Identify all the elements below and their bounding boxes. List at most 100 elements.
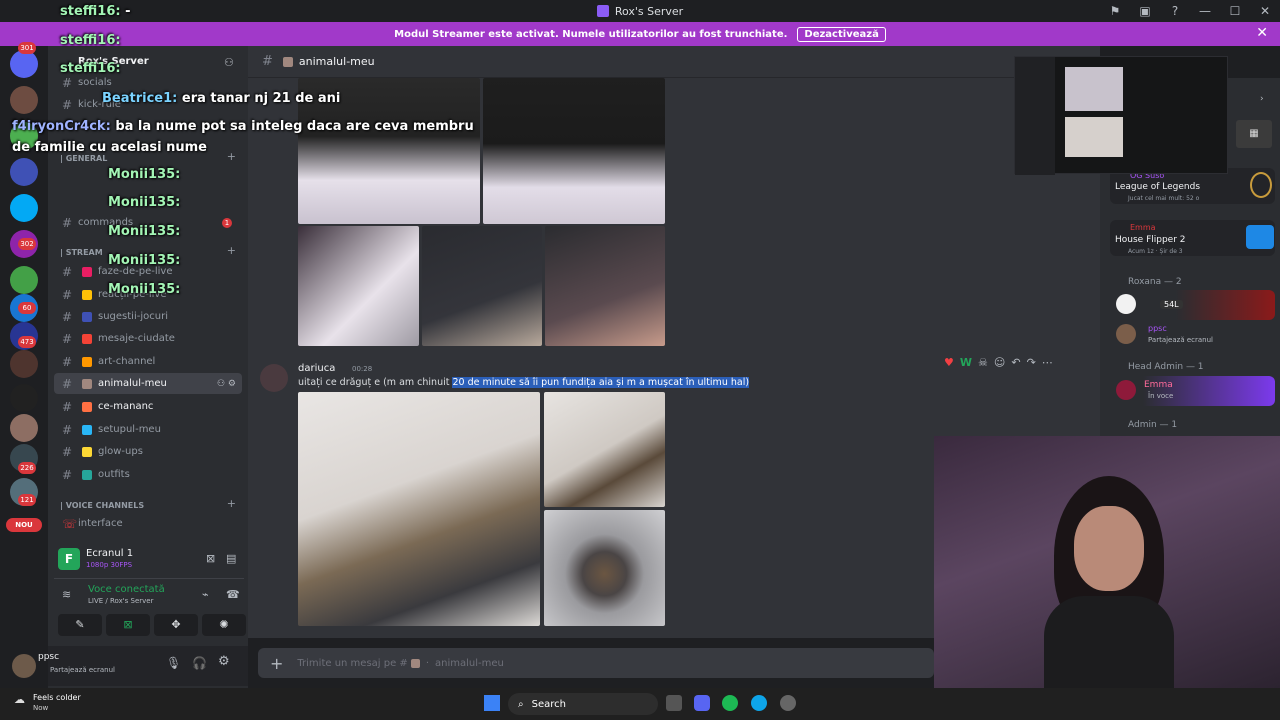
headphones-icon[interactable]: 🎧: [192, 656, 207, 670]
activity-user: Emma: [1130, 223, 1156, 232]
add-channel-icon[interactable]: +: [227, 244, 236, 257]
channel-ce-mananc[interactable]: # ce-mananc: [54, 396, 242, 417]
stream-settings-icon[interactable]: ▤: [226, 552, 236, 565]
member-54l[interactable]: 54L: [1110, 290, 1275, 320]
server-badge: 121: [18, 494, 36, 506]
inbox-icon[interactable]: ▣: [1130, 4, 1160, 18]
files-icon[interactable]: [666, 695, 682, 711]
channel-emoji-icon: [410, 658, 420, 668]
spotify-icon[interactable]: [722, 695, 738, 711]
category-voice[interactable]: | VOICE CHANNELS: [60, 501, 144, 510]
microphone-icon[interactable]: 🎙: [166, 656, 181, 670]
soundboard-button[interactable]: ✺: [202, 614, 246, 636]
screen-title: Ecranul 1: [86, 548, 134, 559]
camera-off-button[interactable]: ✎: [58, 614, 102, 636]
category-general[interactable]: | GENERAL: [60, 154, 107, 163]
league-icon: [1250, 172, 1272, 198]
channel-sugestii-jocuri[interactable]: # sugestii-jocuri: [54, 306, 242, 327]
cat-image-2[interactable]: [483, 78, 665, 224]
screen-share-card[interactable]: F Ecranul 1 1080p 30FPS ⊠ ▤: [58, 546, 240, 574]
weather-icon[interactable]: ☁: [14, 693, 25, 706]
flag-icon[interactable]: ⚑: [1100, 4, 1130, 18]
person-shirt: [1044, 596, 1174, 688]
server-badge: 473: [18, 336, 36, 348]
channel-settings-icon[interactable]: ⚇ ⚙: [217, 379, 236, 389]
user-name: ppsc: [38, 652, 60, 662]
add-attachment-icon[interactable]: +: [270, 654, 283, 673]
server-icon-10[interactable]: [10, 350, 38, 378]
screen-share-button[interactable]: ⊠: [106, 614, 150, 636]
stop-stream-icon[interactable]: ⊠: [206, 552, 215, 565]
discord-icon[interactable]: [694, 695, 710, 711]
add-channel-icon[interactable]: +: [227, 150, 236, 163]
cat-image-5[interactable]: [545, 226, 665, 346]
dog-image-3[interactable]: [544, 510, 665, 626]
disable-streamer-button[interactable]: Dezactivează: [797, 26, 886, 42]
member-status: Partajează ecranul: [1148, 336, 1213, 344]
server-icon-12[interactable]: [10, 414, 38, 442]
server-icon-2[interactable]: [10, 86, 38, 114]
banner-close-icon[interactable]: ✕: [1256, 25, 1268, 41]
channel-animalul-meu[interactable]: # animalul-meu ⚇ ⚙: [54, 373, 242, 394]
server-icon-7[interactable]: [10, 266, 38, 294]
category-stream[interactable]: | STREAM: [60, 248, 103, 257]
add-reaction-icon[interactable]: ☺: [994, 356, 1005, 369]
settings-icon[interactable]: ⚙: [218, 654, 230, 669]
channel-mesaje-ciudate[interactable]: # mesaje-ciudate: [54, 328, 242, 349]
obs-icon[interactable]: [780, 695, 796, 711]
message-text-selected: 20 de minute să îi pun fundița aia și m …: [452, 377, 750, 388]
windows-start-icon[interactable]: [484, 695, 500, 711]
overlay-line: Monii135:: [108, 167, 181, 182]
message-author[interactable]: dariuca: [298, 363, 335, 374]
maximize-button[interactable]: ☐: [1220, 4, 1250, 18]
avatar[interactable]: [12, 654, 36, 678]
screen-icon: F: [58, 548, 80, 570]
reply-icon[interactable]: ↶: [1011, 356, 1020, 369]
forward-icon[interactable]: ↷: [1027, 356, 1036, 369]
disconnect-icon[interactable]: ☎: [226, 588, 240, 601]
chevron-down-icon[interactable]: ›: [1260, 94, 1264, 104]
dog-image-2[interactable]: [544, 392, 665, 507]
member-ppsc[interactable]: ppsc Partajează ecranul: [1110, 322, 1275, 352]
channel-outfits[interactable]: # outfits: [54, 464, 242, 485]
weather-title[interactable]: Feels colder: [33, 693, 81, 702]
server-icon-5[interactable]: [10, 194, 38, 222]
server-icon-11[interactable]: [10, 384, 38, 412]
member-emma[interactable]: Emma În voce: [1110, 376, 1275, 406]
help-icon[interactable]: ?: [1160, 4, 1190, 18]
close-window-button[interactable]: ✕: [1250, 4, 1280, 18]
activity-button[interactable]: ✥: [154, 614, 198, 636]
stream-preview[interactable]: [1014, 56, 1228, 175]
server-icon-4[interactable]: [10, 158, 38, 186]
w-reaction-icon[interactable]: W: [960, 356, 972, 369]
author-avatar[interactable]: [260, 364, 288, 392]
heart-reaction-icon[interactable]: ♥: [944, 356, 954, 369]
group-roxana: Roxana — 2: [1128, 277, 1182, 287]
minimize-button[interactable]: —: [1190, 4, 1220, 18]
dog-image-1[interactable]: [298, 392, 540, 626]
taskbar-search[interactable]: ⌕ Search: [508, 693, 658, 715]
channel-setupul-meu[interactable]: # setupul-meu: [54, 419, 242, 440]
activity-detail: Jucat cel mai mult: 52 o: [1128, 195, 1200, 202]
voice-location[interactable]: LIVE / Rox's Server: [88, 597, 154, 605]
preview-image: [1065, 117, 1123, 157]
cat-image-4[interactable]: [422, 226, 542, 346]
channel-glow-ups[interactable]: # glow-ups: [54, 441, 242, 462]
cat-image-3[interactable]: [298, 226, 419, 346]
overlay-line: steffi16: -: [60, 4, 131, 19]
add-channel-icon[interactable]: +: [227, 497, 236, 510]
more-options-icon[interactable]: ⋯: [1042, 356, 1053, 369]
channel-interface[interactable]: ☏ interface: [54, 513, 242, 534]
activity-card-house-flipper[interactable]: Emma House Flipper 2 Acum 1z · Șir de 3: [1110, 220, 1275, 256]
user-panel: ppsc Partajează ecranul 🎙 🎧 ⚙: [12, 646, 248, 686]
server-icon-1[interactable]: [10, 50, 38, 78]
noise-suppression-icon[interactable]: ⌁: [202, 588, 209, 601]
message-composer[interactable]: + Trimite un mesaj pe # · animalul-meu: [258, 648, 934, 678]
channel-art-channel[interactable]: # art-channel: [54, 351, 242, 372]
skull-reaction-icon[interactable]: ☠: [978, 356, 988, 369]
message-time: 00:28: [352, 365, 373, 373]
add-member-icon[interactable]: ⚇: [224, 56, 234, 69]
edge-icon[interactable]: [751, 695, 767, 711]
avatar: [1116, 294, 1136, 314]
composer-channel: animalul-meu: [435, 657, 504, 669]
